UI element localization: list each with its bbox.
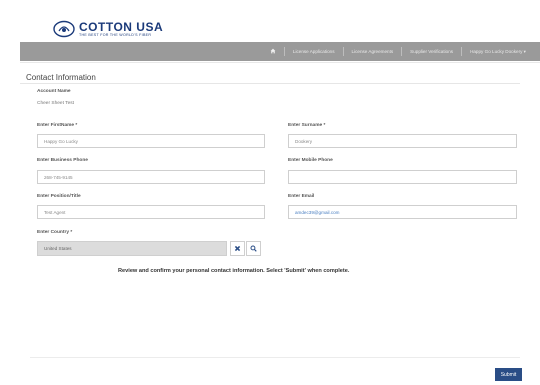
mobile-phone-input[interactable] — [288, 170, 517, 184]
mobile-phone-label: Enter Mobile Phone — [288, 158, 333, 163]
search-country-button[interactable] — [246, 241, 261, 256]
account-name-value: Cheer Sheet Test — [37, 101, 74, 106]
business-phone-label: Enter Business Phone — [37, 158, 88, 163]
surname-label: Enter Surname * — [288, 123, 326, 128]
country-label: Enter Country * — [37, 230, 73, 235]
email-label: Enter Email — [288, 194, 315, 199]
first-name-input[interactable] — [37, 134, 265, 148]
instruction-message: Review and confirm your personal contact… — [118, 268, 350, 274]
close-icon — [234, 245, 241, 252]
contact-form: Contact Information Account Name Cheer S… — [0, 0, 540, 385]
business-phone-input[interactable] — [37, 170, 265, 184]
footer-divider — [30, 357, 520, 358]
clear-country-button[interactable] — [230, 241, 245, 256]
section-title: Contact Information — [26, 73, 96, 82]
position-label: Enter Position/Title — [37, 194, 81, 199]
account-name-label: Account Name — [37, 89, 71, 94]
section-divider — [20, 83, 520, 84]
search-icon — [250, 245, 257, 252]
position-input[interactable] — [37, 205, 265, 219]
email-input[interactable] — [288, 205, 517, 219]
submit-button[interactable]: Submit — [495, 368, 522, 381]
country-select[interactable]: United States — [37, 241, 227, 256]
country-value: United States — [44, 246, 72, 251]
surname-input[interactable] — [288, 134, 517, 148]
first-name-label: Enter FirstName * — [37, 123, 78, 128]
